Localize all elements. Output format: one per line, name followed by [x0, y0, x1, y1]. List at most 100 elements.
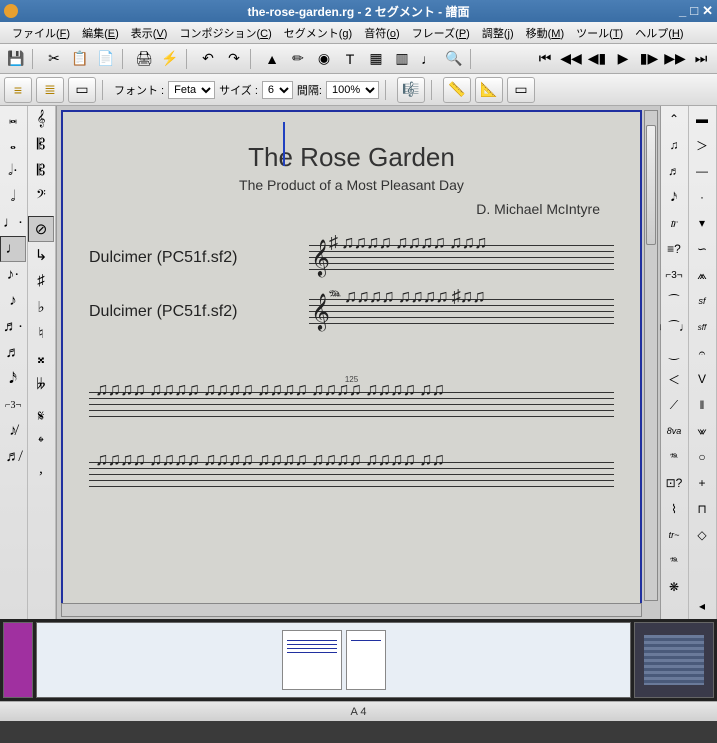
- menu-notes[interactable]: 音符(o): [358, 23, 405, 43]
- staccatissimo-icon[interactable]: ▾: [689, 210, 715, 236]
- copy-button[interactable]: 📋: [68, 47, 92, 71]
- layout-linear-button[interactable]: ≡: [4, 77, 32, 103]
- sharp-icon[interactable]: ♯: [28, 268, 54, 294]
- slur-down-icon[interactable]: ‿: [661, 340, 687, 366]
- stopped-icon[interactable]: +: [689, 470, 715, 496]
- pause-icon[interactable]: ‖: [689, 392, 715, 418]
- arpeggio-icon[interactable]: ⌇: [661, 496, 687, 522]
- query-region-icon[interactable]: ⊡?: [661, 470, 687, 496]
- note-16th-icon[interactable]: ♬: [0, 340, 26, 366]
- sff-icon[interactable]: sff: [689, 314, 715, 340]
- step-tool[interactable]: ♩: [416, 47, 440, 71]
- pedal-icon[interactable]: 𝆮: [661, 444, 687, 470]
- harmonic2-icon[interactable]: ◇: [689, 522, 715, 548]
- horizontal-scrollbar[interactable]: [61, 603, 642, 617]
- note-grace-icon[interactable]: ♪̸: [0, 418, 26, 444]
- tie-icon[interactable]: ♩⁀♩: [661, 314, 687, 340]
- staff-1[interactable]: 𝄞 ♯ ♫♫♫♫ ♫♫♫♫ ♫♫♫: [309, 237, 614, 279]
- draw-tool[interactable]: ✏: [286, 47, 310, 71]
- play-button[interactable]: ▶: [611, 47, 635, 71]
- rewind-start-button[interactable]: ⏮: [533, 47, 557, 71]
- redo-button[interactable]: ↷: [222, 47, 246, 71]
- minimize-button[interactable]: _: [679, 3, 686, 19]
- page-thumbnails[interactable]: [36, 622, 631, 698]
- trill-icon[interactable]: 𝆖: [661, 210, 687, 236]
- ottava-icon[interactable]: 8va: [661, 418, 687, 444]
- crescendo-icon[interactable]: ＜: [661, 366, 687, 392]
- erase-tool[interactable]: ◉: [312, 47, 336, 71]
- marcato-icon[interactable]: ＞: [689, 132, 715, 158]
- print-button[interactable]: 🖨: [132, 47, 156, 71]
- double-flat-icon[interactable]: 𝄫: [28, 372, 54, 398]
- cut-button[interactable]: ✂: [42, 47, 66, 71]
- slur-icon[interactable]: ⁀: [661, 288, 687, 314]
- undo-button[interactable]: ↶: [196, 47, 220, 71]
- note-breve-icon[interactable]: 𝅜: [0, 106, 26, 132]
- page-thumbnail-2[interactable]: [346, 630, 386, 690]
- layout-continuous-button[interactable]: ≣: [36, 77, 64, 103]
- keyboard-tool[interactable]: ▥: [390, 47, 414, 71]
- rest-icon[interactable]: ▬: [689, 106, 715, 132]
- vertical-scrollbar[interactable]: [644, 110, 658, 601]
- note-eighth-icon[interactable]: ♪: [0, 288, 26, 314]
- note-half-dot-icon[interactable]: 𝅗𝅥·: [0, 158, 26, 184]
- beam-32-icon[interactable]: 𝅘𝅥𝅯: [661, 184, 687, 210]
- raw-button[interactable]: ▭: [507, 77, 535, 103]
- collapse-icon[interactable]: ◂: [689, 593, 715, 619]
- print-preview-button[interactable]: ⚡: [158, 47, 182, 71]
- note-grace2-icon[interactable]: ♬̸: [0, 444, 26, 470]
- coda-icon[interactable]: 𝄌: [28, 430, 54, 456]
- tremolo-query-icon[interactable]: ≡?: [661, 236, 687, 262]
- text-tool[interactable]: T: [338, 47, 362, 71]
- note-quarter-dot-icon[interactable]: ♩·: [0, 210, 26, 236]
- staff-3[interactable]: ♫♫♫♫ ♫♫♫♫ ♫♫♫♫ ♫♫♫♫ ♫♫♫♫ ♫♫♫♫ ♫♫: [89, 384, 614, 426]
- clef-switch-button[interactable]: 🎼: [397, 77, 425, 103]
- maximize-button[interactable]: □: [690, 3, 698, 19]
- harmonic-icon[interactable]: ○: [689, 444, 715, 470]
- save-button[interactable]: 💾: [4, 47, 28, 71]
- mini-preview[interactable]: [634, 622, 714, 698]
- accent-icon[interactable]: ⌃: [661, 106, 687, 132]
- menu-adjust[interactable]: 調整(j): [476, 23, 520, 43]
- menu-composition[interactable]: コンポジション(C): [173, 23, 277, 43]
- font-select[interactable]: Feta: [168, 81, 215, 99]
- clef-treble-icon[interactable]: 𝄞: [28, 106, 54, 132]
- track-color-strip[interactable]: [3, 622, 33, 698]
- beam-16-icon[interactable]: ♬: [661, 158, 687, 184]
- menu-file[interactable]: ファイル(F): [6, 23, 76, 43]
- note-eighth-dot-icon[interactable]: ♪·: [0, 262, 26, 288]
- menu-phrase[interactable]: フレーズ(P): [406, 23, 476, 43]
- note-32nd-icon[interactable]: 𝅘𝅥𝅯: [0, 366, 26, 392]
- clef-alto-icon[interactable]: 𝄡: [28, 132, 54, 158]
- beam-8-icon[interactable]: ♫: [661, 132, 687, 158]
- mordent2-icon[interactable]: ⩖: [689, 418, 715, 444]
- note-half-icon[interactable]: 𝅗𝅥: [0, 184, 26, 210]
- spacing-select[interactable]: 100%: [326, 81, 379, 99]
- velocity-button[interactable]: 📐: [475, 77, 503, 103]
- clef-bass-icon[interactable]: 𝄢: [28, 184, 54, 210]
- ruler-button[interactable]: 📏: [443, 77, 471, 103]
- segno-icon[interactable]: 𝄋: [28, 404, 54, 430]
- downbow-icon[interactable]: ⊓: [689, 496, 715, 522]
- staff-2[interactable]: 𝄞 𝆮 ♫♫♫♫ ♫♫♫♫ ♯♫♫: [309, 291, 614, 333]
- menu-edit[interactable]: 編集(E): [76, 23, 125, 43]
- forward-button[interactable]: ▶▶: [663, 47, 687, 71]
- double-sharp-icon[interactable]: 𝄪: [28, 346, 54, 372]
- note-quarter-icon[interactable]: ♩: [0, 236, 26, 262]
- pedal-mark-icon[interactable]: 𝆮: [661, 548, 687, 574]
- size-select[interactable]: 6: [262, 81, 293, 99]
- menu-segment[interactable]: セグメント(g): [278, 23, 358, 43]
- pointer-tool[interactable]: ▲: [260, 47, 284, 71]
- mordent-icon[interactable]: ⩕: [689, 262, 715, 288]
- flat-icon[interactable]: ♭: [28, 294, 54, 320]
- zoom-tool[interactable]: 🔍: [442, 47, 466, 71]
- paste-button[interactable]: 📄: [94, 47, 118, 71]
- upbow-icon[interactable]: V: [689, 366, 715, 392]
- follow-accidental-icon[interactable]: ↳: [28, 242, 54, 268]
- note-16th-dot-icon[interactable]: ♬·: [0, 314, 26, 340]
- guitar-chord-tool[interactable]: ▦: [364, 47, 388, 71]
- clef-tenor-icon[interactable]: 𝄡: [28, 158, 54, 184]
- forward-end-button[interactable]: ⏭: [689, 47, 713, 71]
- turn-icon[interactable]: ∽: [689, 236, 715, 262]
- triplet-3-icon[interactable]: ⌐3¬: [0, 392, 26, 418]
